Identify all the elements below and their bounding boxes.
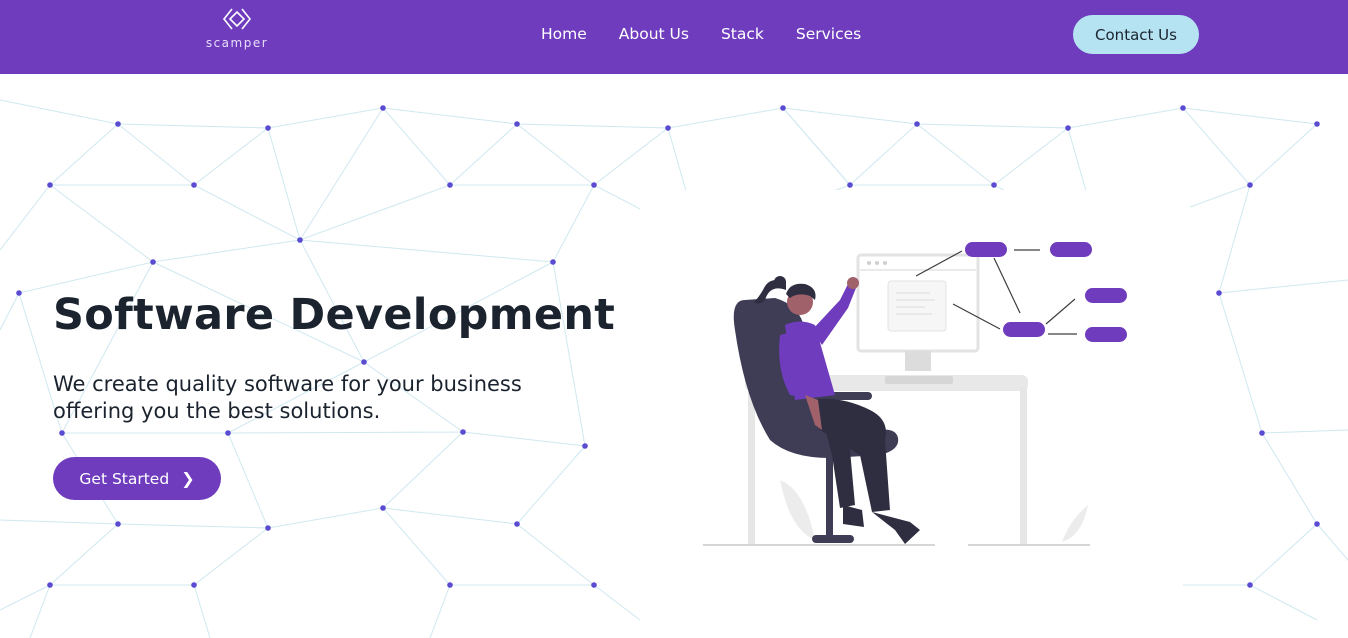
navbar: scamper Home About Us Stack Services Con… bbox=[0, 0, 1348, 74]
nav-stack[interactable]: Stack bbox=[721, 24, 764, 44]
developer-illustration bbox=[640, 190, 1190, 560]
get-started-label: Get Started bbox=[79, 469, 170, 488]
nav-services[interactable]: Services bbox=[796, 24, 861, 44]
hero-subtitle: We create quality software for your busi… bbox=[53, 372, 522, 423]
scamper-logo-icon bbox=[222, 8, 252, 30]
brand-logo[interactable]: scamper bbox=[205, 6, 269, 60]
get-started-button[interactable]: Get Started ❯ bbox=[53, 457, 221, 500]
brand-name: scamper bbox=[205, 36, 269, 50]
contact-us-button[interactable]: Contact Us bbox=[1073, 15, 1199, 54]
nav-about-us[interactable]: About Us bbox=[619, 24, 689, 44]
chevron-right-icon: ❯ bbox=[181, 468, 195, 488]
main-nav: Home About Us Stack Services bbox=[541, 24, 893, 44]
nav-home[interactable]: Home bbox=[541, 24, 587, 44]
hero-title: Software Development bbox=[53, 290, 616, 340]
